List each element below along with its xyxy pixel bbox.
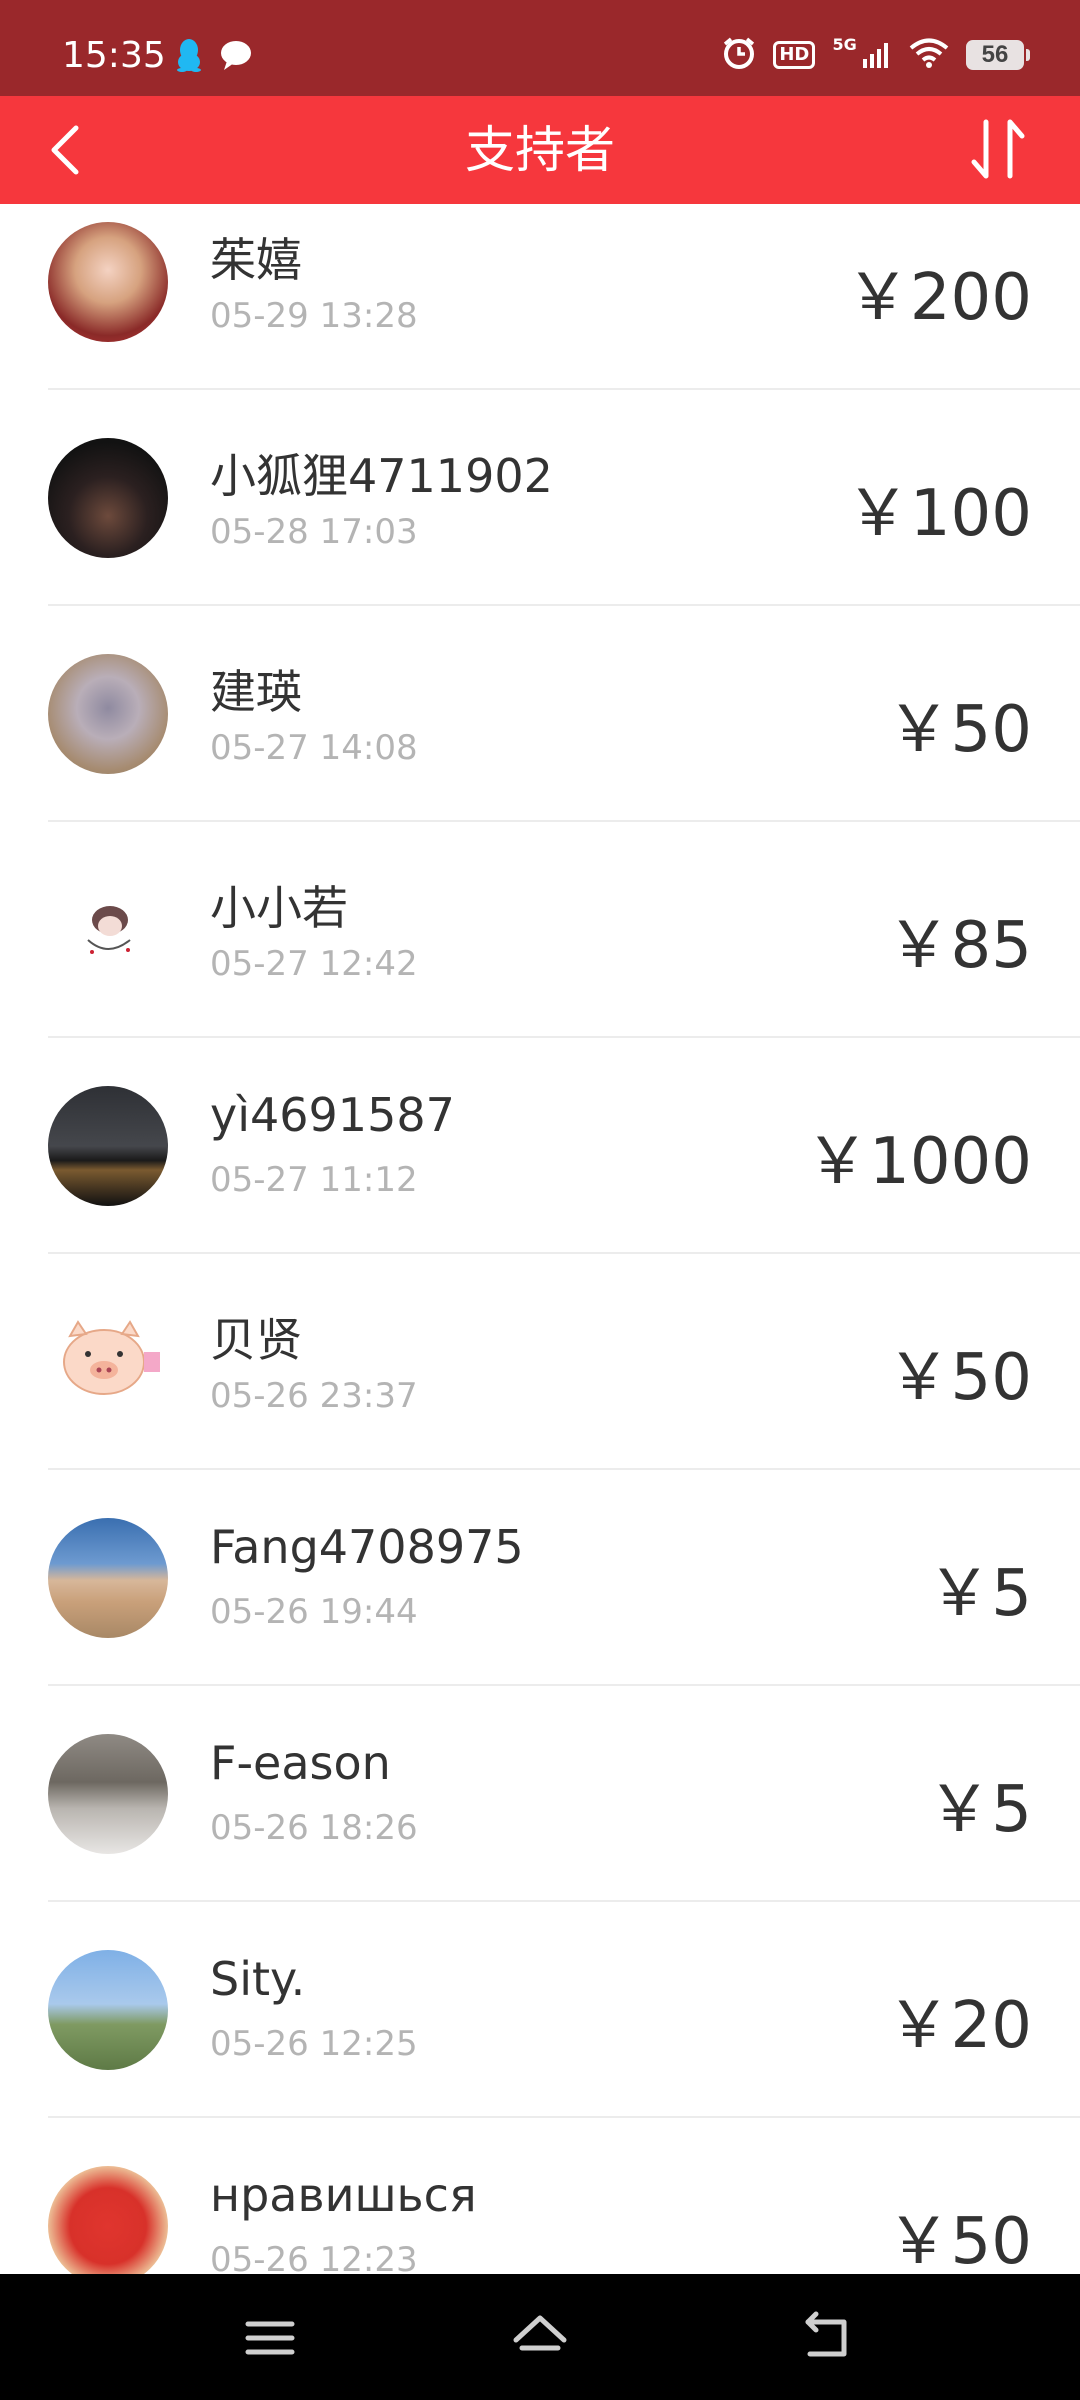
- supporter-name: F-eason: [210, 1736, 391, 1790]
- signal-5g-icon: 5G: [832, 37, 891, 73]
- avatar: [48, 438, 168, 558]
- avatar: [48, 1086, 168, 1206]
- home-button[interactable]: [510, 2310, 567, 2366]
- supporter-amount: ￥20: [886, 1989, 1032, 2063]
- supporter-time: 05-26 23:37: [210, 1376, 418, 1416]
- header-bar: 支持者: [0, 96, 1080, 204]
- supporter-amount: ￥5: [927, 1557, 1032, 1631]
- supporter-amount: ￥200: [845, 261, 1032, 335]
- avatar: [48, 1518, 168, 1638]
- status-right-icons: HD 5G 56: [722, 36, 1030, 74]
- supporter-amount: ￥100: [845, 477, 1032, 551]
- supporter-amount: ￥50: [886, 693, 1032, 767]
- supporter-amount: ￥50: [886, 2205, 1032, 2274]
- supporter-name: 小狐狸4711902: [210, 449, 553, 503]
- list-item[interactable]: 小小若 05-27 12:42 ￥85: [0, 822, 1080, 1038]
- avatar: [48, 1302, 168, 1422]
- supporter-amount: ￥50: [886, 1341, 1032, 1415]
- chevron-left-icon: [51, 125, 79, 175]
- status-bar: 15:35 HD 5G 56: [0, 0, 1080, 96]
- avatar: [48, 654, 168, 774]
- supporter-name: 茱嬉: [210, 233, 302, 287]
- cartoon-girl-icon: [87, 906, 131, 954]
- menu-button[interactable]: [242, 2310, 298, 2366]
- supporter-amount: ￥85: [886, 909, 1032, 983]
- supporter-name: Sity.: [210, 1952, 306, 2006]
- qq-penguin-icon: [176, 38, 202, 76]
- supporter-time: 05-26 19:44: [210, 1592, 418, 1632]
- alarm-icon: [722, 36, 756, 74]
- supporter-name: 建瑛: [210, 665, 302, 719]
- supporter-amount: ￥5: [927, 1773, 1032, 1847]
- back-button[interactable]: [40, 122, 96, 178]
- list-item[interactable]: 小狐狸4711902 05-28 17:03 ￥100: [0, 390, 1080, 606]
- list-item[interactable]: 建瑛 05-27 14:08 ￥50: [0, 606, 1080, 822]
- supporter-time: 05-27 12:42: [210, 944, 418, 984]
- supporter-name: Fang4708975: [210, 1520, 524, 1574]
- list-item[interactable]: Sity. 05-26 12:25 ￥20: [0, 1902, 1080, 2118]
- wifi-icon: [909, 37, 949, 73]
- list-item[interactable]: Fang4708975 05-26 19:44 ￥5: [0, 1470, 1080, 1686]
- network-label: 5G: [832, 35, 857, 54]
- back-nav-button[interactable]: [798, 2310, 854, 2366]
- list-item[interactable]: yì4691587 05-27 11:12 ￥1000: [0, 1038, 1080, 1254]
- list-item[interactable]: нравишься 05-26 12:23 ￥50: [0, 2118, 1080, 2274]
- avatar: [48, 2166, 168, 2274]
- hd-icon: HD: [773, 41, 816, 69]
- supporter-amount: ￥1000: [805, 1125, 1032, 1199]
- list-item[interactable]: F-eason 05-26 18:26 ￥5: [0, 1686, 1080, 1902]
- back-icon: [805, 2311, 847, 2357]
- menu-icon: [245, 2321, 295, 2355]
- sort-arrows-icon: [971, 119, 1025, 179]
- supporter-time: 05-28 17:03: [210, 512, 418, 552]
- system-nav-bar: [0, 2274, 1080, 2400]
- supporter-name: yì4691587: [210, 1088, 455, 1142]
- supporter-time: 05-26 18:26: [210, 1808, 418, 1848]
- supporter-time: 05-27 14:08: [210, 728, 418, 768]
- cartoon-pig-icon: [63, 1320, 160, 1395]
- supporter-time: 05-26 12:23: [210, 2240, 418, 2274]
- list-item[interactable]: 贝贤 05-26 23:37 ￥50: [0, 1254, 1080, 1470]
- supporter-name: 小小若: [210, 881, 348, 935]
- supporter-name: 贝贤: [210, 1313, 302, 1367]
- chat-bubble-icon: [219, 39, 253, 75]
- home-icon: [513, 2315, 567, 2351]
- avatar: [48, 1950, 168, 2070]
- supporter-time: 05-29 13:28: [210, 296, 418, 336]
- supporter-name: нравишься: [210, 2168, 477, 2222]
- supporter-time: 05-26 12:25: [210, 2024, 418, 2064]
- battery-icon: 56: [966, 40, 1030, 70]
- avatar: [48, 870, 168, 990]
- avatar: [48, 222, 168, 342]
- supporter-time: 05-27 11:12: [210, 1160, 418, 1200]
- page-title: 支持者: [465, 121, 615, 179]
- supporter-list[interactable]: 茱嬉 05-29 13:28 ￥200 小狐狸4711902 05-28 17:…: [0, 204, 1080, 2274]
- sort-button[interactable]: [960, 112, 1036, 188]
- status-left-icons: [176, 38, 265, 76]
- list-item[interactable]: 茱嬉 05-29 13:28 ￥200: [0, 204, 1080, 390]
- avatar: [48, 1734, 168, 1854]
- status-time: 15:35: [62, 35, 166, 76]
